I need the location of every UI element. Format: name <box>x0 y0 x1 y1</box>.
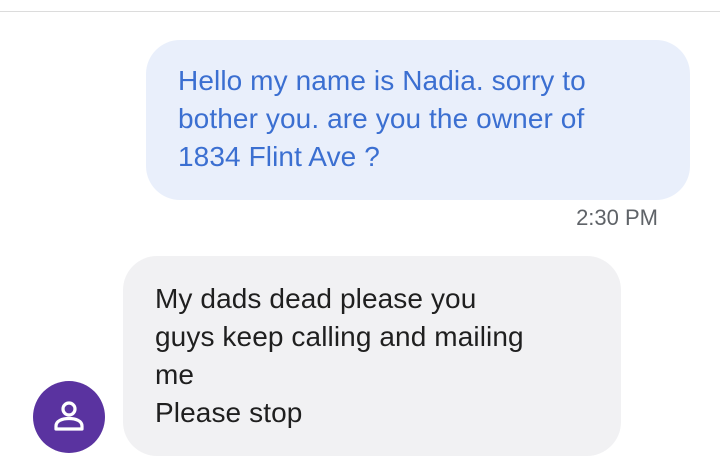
incoming-message-bubble[interactable]: My dads dead please you guys keep callin… <box>123 256 621 456</box>
outgoing-message-bubble[interactable]: Hello my name is Nadia. sorry to bother … <box>146 40 690 200</box>
top-divider <box>0 11 720 12</box>
message-thread: Hello my name is Nadia. sorry to bother … <box>0 0 720 464</box>
contact-avatar[interactable] <box>33 381 105 453</box>
person-icon <box>54 401 84 431</box>
message-timestamp: 2:30 PM <box>576 205 658 230</box>
